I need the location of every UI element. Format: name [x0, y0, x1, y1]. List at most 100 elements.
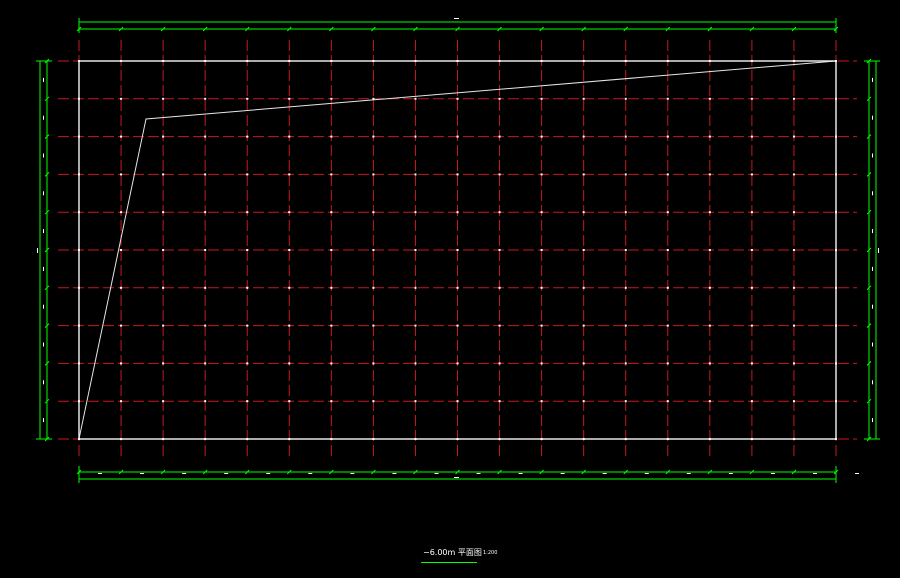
column-mark	[372, 60, 375, 62]
column-mark	[120, 400, 123, 403]
column-mark	[666, 173, 669, 176]
column-mark	[582, 135, 585, 138]
column-mark	[456, 173, 459, 176]
column-mark	[666, 135, 669, 138]
dimension-text-mark	[872, 266, 873, 271]
column-mark	[792, 249, 795, 251]
column-mark	[414, 249, 417, 251]
column-mark	[414, 362, 417, 365]
dimension-text-mark	[878, 248, 879, 253]
column-mark	[835, 362, 837, 365]
column-mark	[330, 400, 333, 403]
column-mark	[792, 173, 795, 176]
column-mark	[120, 362, 123, 365]
column-mark	[162, 324, 165, 327]
column-mark	[162, 135, 165, 138]
column-mark	[246, 173, 249, 176]
column-mark	[78, 135, 80, 138]
column-mark	[288, 173, 291, 176]
column-mark	[750, 286, 753, 289]
column-mark	[246, 400, 249, 403]
column-mark	[204, 438, 207, 440]
column-mark	[624, 173, 627, 176]
column-mark	[120, 324, 123, 327]
column-mark	[498, 324, 501, 327]
column-mark	[78, 211, 80, 214]
column-mark	[792, 211, 795, 214]
column-mark	[78, 400, 80, 403]
column-mark	[414, 286, 417, 289]
dimension-text-mark	[872, 191, 873, 196]
column-mark	[246, 324, 249, 327]
column-mark	[414, 173, 417, 176]
dimension-text-mark	[855, 473, 860, 474]
column-mark	[540, 286, 543, 289]
column-mark	[582, 286, 585, 289]
column-mark	[372, 400, 375, 403]
column-mark	[414, 438, 417, 440]
column-mark	[120, 438, 123, 440]
column-mark	[372, 324, 375, 327]
title-underline	[421, 562, 477, 563]
column-mark	[204, 324, 207, 327]
column-mark	[204, 60, 207, 62]
column-mark	[540, 173, 543, 176]
column-mark	[78, 438, 80, 440]
column-mark	[414, 135, 417, 138]
column-mark	[624, 400, 627, 403]
dimension-text-mark	[43, 191, 44, 196]
dimension-text-mark	[872, 342, 873, 347]
column-mark	[288, 362, 291, 365]
column-mark	[498, 400, 501, 403]
column-mark	[120, 60, 123, 62]
dimension-text-mark	[644, 473, 649, 474]
column-mark	[540, 60, 543, 62]
column-mark	[330, 324, 333, 327]
column-mark	[246, 135, 249, 138]
cad-drawing-viewport[interactable]	[0, 0, 900, 574]
column-mark	[498, 438, 501, 440]
column-mark	[624, 438, 627, 440]
column-mark	[792, 60, 795, 62]
drawing-scale: 1:200	[483, 550, 498, 556]
dimension-text-mark	[434, 473, 439, 474]
dimension-text-mark	[392, 473, 397, 474]
dimension-text-mark	[98, 473, 103, 474]
column-mark	[456, 135, 459, 138]
column-mark	[372, 286, 375, 289]
dimension-text-mark	[872, 380, 873, 385]
column-mark	[162, 249, 165, 251]
column-mark	[708, 438, 711, 440]
column-mark	[835, 173, 837, 176]
column-mark	[120, 173, 123, 176]
column-mark	[835, 60, 837, 62]
dimension-text-mark	[602, 473, 607, 474]
column-mark	[792, 324, 795, 327]
column-mark	[498, 60, 501, 62]
floor-plan-drawing[interactable]	[0, 0, 900, 574]
column-mark	[330, 60, 333, 62]
column-mark	[78, 249, 80, 251]
dimension-text-mark	[872, 115, 873, 120]
column-mark	[708, 286, 711, 289]
column-mark	[666, 324, 669, 327]
column-mark	[750, 324, 753, 327]
column-mark	[582, 60, 585, 62]
column-mark	[288, 211, 291, 214]
column-mark	[162, 211, 165, 214]
dimension-text-mark	[140, 473, 145, 474]
column-mark	[498, 173, 501, 176]
column-mark	[330, 286, 333, 289]
column-mark	[750, 173, 753, 176]
column-mark	[456, 97, 459, 100]
column-mark	[288, 97, 291, 100]
column-mark	[456, 438, 459, 440]
column-mark	[78, 60, 80, 62]
column-mark	[666, 438, 669, 440]
column-mark	[835, 286, 837, 289]
column-mark	[666, 400, 669, 403]
dimension-text-mark	[686, 473, 691, 474]
column-mark	[792, 438, 795, 440]
dimension-text-mark	[37, 248, 38, 253]
column-mark	[498, 135, 501, 138]
